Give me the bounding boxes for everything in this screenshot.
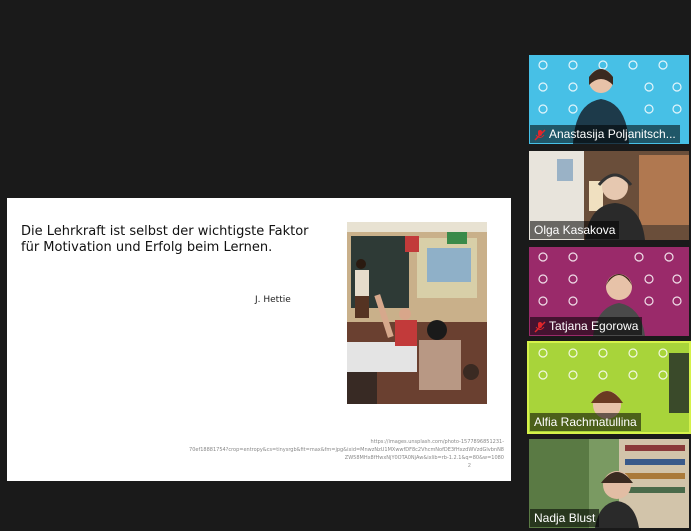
quote-line-2: für Motivation und Erfolg beim Lernen. bbox=[21, 240, 273, 255]
participant-name-tag: Tatjana Egorowa bbox=[530, 317, 643, 335]
participant-tile-1[interactable]: Anastasija Poljanitsch... bbox=[529, 55, 689, 144]
shared-slide: Die Lehrkraft ist selbst der wichtigste … bbox=[7, 198, 511, 481]
mic-muted-icon bbox=[534, 321, 546, 333]
participant-name-tag: Anastasija Poljanitsch... bbox=[530, 125, 680, 143]
quote-line-1: Die Lehrkraft ist selbst der wichtigste … bbox=[21, 224, 309, 239]
participant-tile-5[interactable]: Nadja Blust bbox=[529, 439, 689, 528]
participant-tile-3[interactable]: Tatjana Egorowa bbox=[529, 247, 689, 336]
mic-muted-icon bbox=[534, 129, 546, 141]
image-credit: https://images.unsplash.com/photo-157789… bbox=[189, 439, 504, 461]
participant-tile-4-active-speaker[interactable]: Alfia Rachmatullina bbox=[527, 341, 691, 434]
slide-quote: Die Lehrkraft ist selbst der wichtigste … bbox=[21, 224, 321, 256]
slide-page-number: 2 bbox=[468, 463, 471, 469]
classroom-photo bbox=[347, 222, 487, 404]
participant-tile-2[interactable]: Olga Kasakova bbox=[529, 151, 689, 240]
quote-author: J. Hettie bbox=[255, 295, 291, 305]
participant-name-tag: Nadja Blust bbox=[530, 509, 600, 527]
participant-name-tag: Alfia Rachmatullina bbox=[530, 413, 641, 431]
participant-name-tag: Olga Kasakova bbox=[530, 221, 620, 239]
